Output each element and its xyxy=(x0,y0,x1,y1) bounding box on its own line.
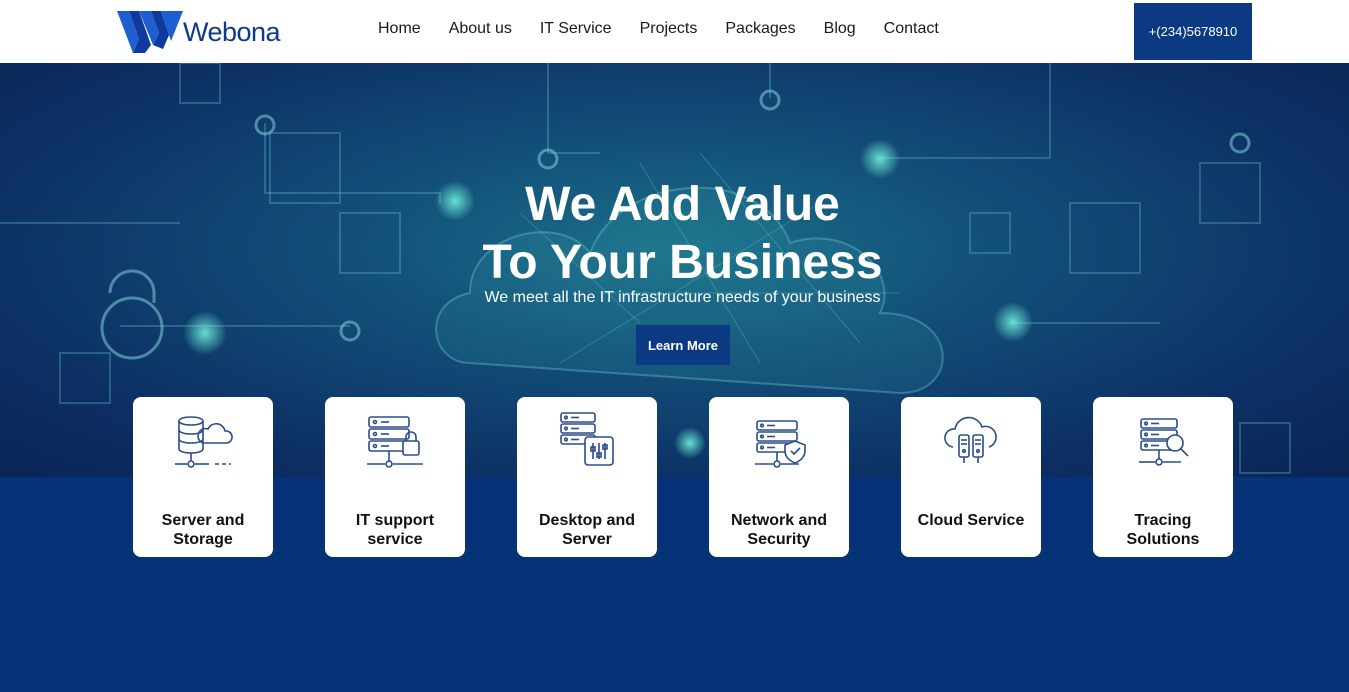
logo-text: Webona xyxy=(183,16,281,47)
hero-title-line1: We Add Value xyxy=(525,178,840,231)
hero-title-line2: To Your Business xyxy=(482,236,883,289)
site-header: Webona Home About us IT Service Projects… xyxy=(0,0,1349,63)
service-card-cloud-service[interactable]: Cloud Service xyxy=(901,397,1041,557)
service-label: Cloud Service xyxy=(917,512,1025,529)
server-cloud-icon xyxy=(175,416,233,468)
main-nav: Home About us IT Service Projects Packag… xyxy=(364,0,953,58)
nav-about-us[interactable]: About us xyxy=(435,20,526,38)
server-settings-icon xyxy=(560,412,614,466)
service-label: Network and Security xyxy=(730,512,827,548)
server-search-icon xyxy=(1139,418,1189,466)
service-card-network-security[interactable]: Network and Security xyxy=(709,397,849,557)
cloud-servers-icon xyxy=(944,416,997,463)
nav-home[interactable]: Home xyxy=(364,20,435,38)
service-label: IT support service xyxy=(355,512,435,548)
service-label: Tracing Solutions xyxy=(1126,512,1200,548)
service-label: Server and Storage xyxy=(161,512,245,548)
service-card-server-storage[interactable]: Server and Storage xyxy=(133,397,273,557)
logo-mark-icon xyxy=(117,11,183,53)
service-card-desktop-server[interactable]: Desktop and Server xyxy=(517,397,657,557)
learn-more-button[interactable]: Learn More xyxy=(636,325,730,365)
hero-subtitle: We meet all the IT infrastructure needs … xyxy=(484,289,881,306)
nav-contact[interactable]: Contact xyxy=(870,20,953,38)
nav-packages[interactable]: Packages xyxy=(711,20,809,38)
server-lock-icon xyxy=(367,416,423,468)
service-label: Desktop and Server xyxy=(538,512,635,548)
nav-blog[interactable]: Blog xyxy=(810,20,870,38)
nav-projects[interactable]: Projects xyxy=(626,20,712,38)
nav-it-service[interactable]: IT Service xyxy=(526,20,626,38)
server-shield-icon xyxy=(755,420,806,468)
service-card-tracing-solutions[interactable]: Tracing Solutions xyxy=(1093,397,1233,557)
service-card-it-support[interactable]: IT support service xyxy=(325,397,465,557)
logo[interactable]: Webona xyxy=(117,9,281,55)
phone-button[interactable]: +(234)5678910 xyxy=(1134,3,1252,60)
